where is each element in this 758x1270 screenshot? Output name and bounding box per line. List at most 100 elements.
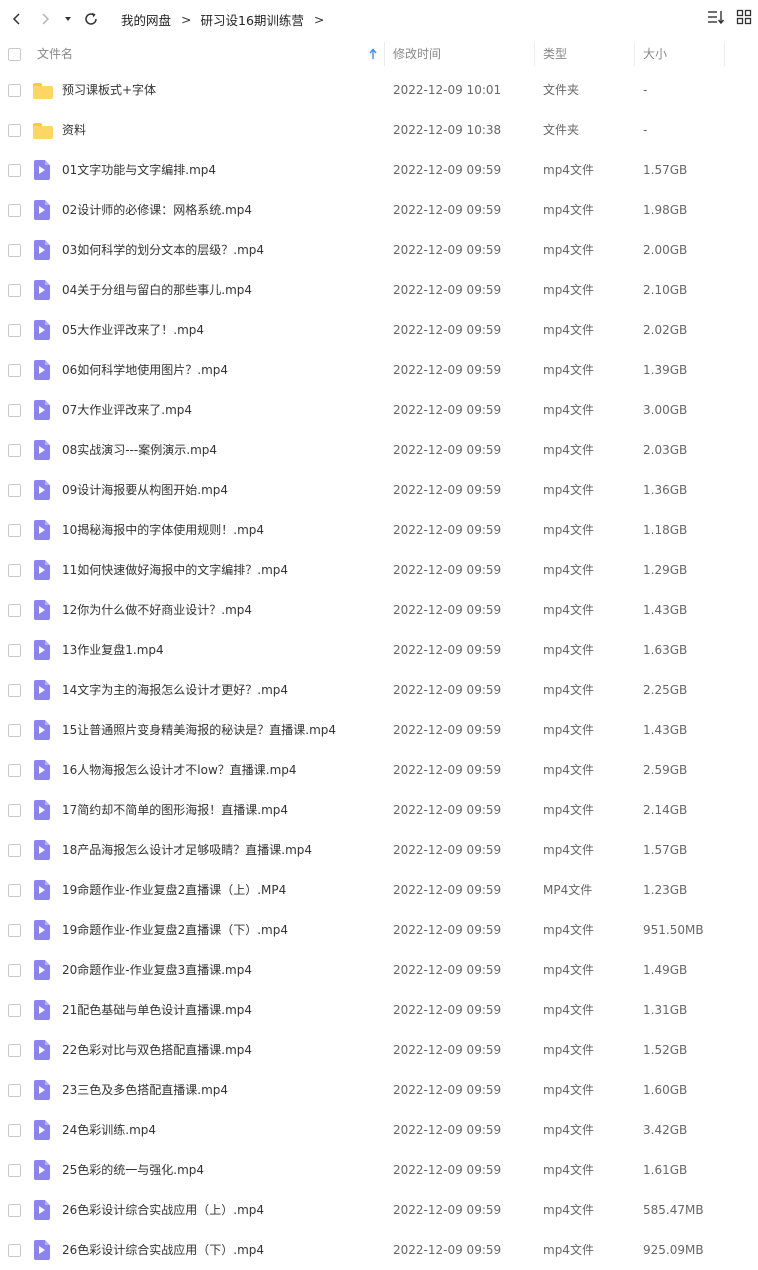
column-header-type[interactable]: 类型 — [543, 38, 567, 70]
row-checkbox[interactable] — [8, 844, 21, 857]
file-row[interactable]: 11如何快速做好海报中的文字编排？.mp4 2022-12-09 09:59 mp4… — [0, 550, 758, 590]
row-checkbox[interactable] — [8, 324, 21, 337]
row-checkbox[interactable] — [8, 884, 21, 897]
row-checkbox[interactable] — [8, 684, 21, 697]
forward-button[interactable] — [32, 6, 58, 32]
file-row[interactable]: 06如何科学地使用图片？.mp4 2022-12-09 09:59 mp4文件 1.3… — [0, 350, 758, 390]
row-checkbox[interactable] — [8, 164, 21, 177]
file-row[interactable]: 26色彩设计综合实战应用（上）.mp4 2022-12-09 09:59 mp4文件… — [0, 1190, 758, 1230]
file-row[interactable]: 02设计师的必修课：网格系统.mp4 2022-12-09 09:59 mp4文件 1… — [0, 190, 758, 230]
row-checkbox[interactable] — [8, 124, 21, 137]
file-row[interactable]: 13作业复盘1.mp4 2022-12-09 09:59 mp4文件 1.63GB — [0, 630, 758, 670]
row-checkbox[interactable] — [8, 764, 21, 777]
file-modified-date: 2022-12-09 09:59 — [393, 803, 502, 817]
row-checkbox[interactable] — [8, 644, 21, 657]
file-type: mp4文件 — [543, 1003, 594, 1017]
breadcrumb-item-current[interactable]: 研习设16期训练营 — [201, 10, 304, 29]
row-checkbox[interactable] — [8, 1044, 21, 1057]
file-row[interactable]: 05大作业评改来了！.mp4 2022-12-09 09:59 mp4文件 2.02G… — [0, 310, 758, 350]
file-row[interactable]: 03如何科学的划分文本的层级？.mp4 2022-12-09 09:59 mp4文件… — [0, 230, 758, 270]
row-checkbox[interactable] — [8, 804, 21, 817]
row-checkbox[interactable] — [8, 604, 21, 617]
row-checkbox[interactable] — [8, 484, 21, 497]
breadcrumb: 我的网盘 > 研习设16期训练营 > — [121, 0, 333, 38]
row-checkbox[interactable] — [8, 1164, 21, 1177]
row-checkbox[interactable] — [8, 724, 21, 737]
row-checkbox[interactable] — [8, 404, 21, 417]
row-checkbox[interactable] — [8, 1204, 21, 1217]
row-checkbox[interactable] — [8, 84, 21, 97]
back-button[interactable] — [4, 6, 30, 32]
file-name: 11如何快速做好海报中的文字编排？.mp4 — [62, 563, 289, 577]
file-type: MP4文件 — [543, 883, 593, 897]
row-checkbox[interactable] — [8, 564, 21, 577]
file-row[interactable]: 预习课板式+字体 2022-12-09 10:01 文件夹 - — [0, 70, 758, 110]
row-checkbox[interactable] — [8, 964, 21, 977]
row-checkbox[interactable] — [8, 1124, 21, 1137]
video-file-icon — [32, 160, 52, 180]
file-row[interactable]: 26色彩设计综合实战应用（下）.mp4 2022-12-09 09:59 mp4文件… — [0, 1230, 758, 1270]
file-row[interactable]: 18产品海报怎么设计才足够吸睛？直播课.mp4 2022-12-09 09:59 m… — [0, 830, 758, 870]
row-checkbox[interactable] — [8, 444, 21, 457]
row-checkbox[interactable] — [8, 1244, 21, 1257]
column-divider[interactable] — [384, 42, 385, 66]
row-checkbox[interactable] — [8, 1004, 21, 1017]
column-header-modified[interactable]: 修改时间 — [393, 38, 441, 70]
file-type: mp4文件 — [543, 443, 594, 457]
file-row[interactable]: 20命题作业-作业复盘3直播课.mp4 2022-12-09 09:59 mp4文件… — [0, 950, 758, 990]
file-row[interactable]: 19命题作业-作业复盘2直播课（下）.mp4 2022-12-09 09:59 mp… — [0, 910, 758, 950]
file-row[interactable]: 14文字为主的海报怎么设计才更好？.mp4 2022-12-09 09:59 mp4… — [0, 670, 758, 710]
file-row[interactable]: 04关于分组与留白的那些事儿.mp4 2022-12-09 09:59 mp4文件 2… — [0, 270, 758, 310]
column-header-name[interactable]: 文件名 — [37, 38, 73, 70]
file-type: mp4文件 — [543, 363, 594, 377]
file-name: 08实战演习---案例演示.mp4 — [62, 443, 218, 457]
file-row[interactable]: 25色彩的统一与强化.mp4 2022-12-09 09:59 mp4文件 1.61G… — [0, 1150, 758, 1190]
file-row[interactable]: 22色彩对比与双色搭配直播课.mp4 2022-12-09 09:59 mp4文件 1… — [0, 1030, 758, 1070]
row-checkbox[interactable] — [8, 364, 21, 377]
column-divider[interactable] — [634, 42, 635, 66]
view-mode-button[interactable] — [734, 9, 754, 29]
file-row[interactable]: 19命题作业-作业复盘2直播课（上）.MP4 2022-12-09 09:59 MP… — [0, 870, 758, 910]
file-size: 2.59GB — [643, 763, 688, 777]
file-name: 02设计师的必修课：网格系统.mp4 — [62, 203, 253, 217]
file-name: 10揭秘海报中的字体使用规则！.mp4 — [62, 523, 265, 537]
file-row[interactable]: 09设计海报要从构图开始.mp4 2022-12-09 09:59 mp4文件 1.3… — [0, 470, 758, 510]
file-row[interactable]: 08实战演习---案例演示.mp4 2022-12-09 09:59 mp4文件 2.… — [0, 430, 758, 470]
file-row[interactable]: 24色彩训练.mp4 2022-12-09 09:59 mp4文件 3.42GB — [0, 1110, 758, 1150]
file-name: 23三色及多色搭配直播课.mp4 — [62, 1083, 229, 1097]
file-name: 26色彩设计综合实战应用（下）.mp4 — [62, 1243, 265, 1257]
refresh-button[interactable] — [78, 6, 104, 32]
file-row[interactable]: 10揭秘海报中的字体使用规则！.mp4 2022-12-09 09:59 mp4文件… — [0, 510, 758, 550]
file-row[interactable]: 16人物海报怎么设计才不low？直播课.mp4 2022-12-09 09:59 m… — [0, 750, 758, 790]
column-divider[interactable] — [724, 42, 725, 66]
file-size: 1.39GB — [643, 363, 688, 377]
sort-button[interactable] — [706, 9, 726, 29]
file-row[interactable]: 15让普通照片变身精美海报的秘诀是？直播课.mp4 2022-12-09 09:5… — [0, 710, 758, 750]
row-checkbox[interactable] — [8, 524, 21, 537]
file-row[interactable]: 12你为什么做不好商业设计？.mp4 2022-12-09 09:59 mp4文件 1… — [0, 590, 758, 630]
file-row[interactable]: 01文字功能与文字编排.mp4 2022-12-09 09:59 mp4文件 1.57… — [0, 150, 758, 190]
history-dropdown-button[interactable] — [58, 6, 78, 32]
sort-arrow-up-icon[interactable] — [368, 38, 378, 70]
row-checkbox[interactable] — [8, 284, 21, 297]
file-modified-date: 2022-12-09 09:59 — [393, 1203, 502, 1217]
column-header-size[interactable]: 大小 — [643, 38, 667, 70]
row-checkbox[interactable] — [8, 924, 21, 937]
breadcrumb-item-root[interactable]: 我的网盘 — [121, 10, 171, 29]
row-checkbox[interactable] — [8, 244, 21, 257]
file-modified-date: 2022-12-09 09:59 — [393, 483, 502, 497]
file-type: 文件夹 — [543, 123, 580, 137]
file-row[interactable]: 资料 2022-12-09 10:38 文件夹 - — [0, 110, 758, 150]
file-modified-date: 2022-12-09 09:59 — [393, 843, 502, 857]
select-all-checkbox[interactable] — [8, 48, 21, 61]
file-row[interactable]: 07大作业评改来了.mp4 2022-12-09 09:59 mp4文件 3.00GB — [0, 390, 758, 430]
file-type: mp4文件 — [543, 1043, 594, 1057]
file-row[interactable]: 23三色及多色搭配直播课.mp4 2022-12-09 09:59 mp4文件 1.6… — [0, 1070, 758, 1110]
file-size: 1.63GB — [643, 643, 688, 657]
column-divider[interactable] — [534, 42, 535, 66]
file-row[interactable]: 21配色基础与单色设计直播课.mp4 2022-12-09 09:59 mp4文件 1… — [0, 990, 758, 1030]
file-row[interactable]: 17简约却不简单的图形海报！直播课.mp4 2022-12-09 09:59 mp4… — [0, 790, 758, 830]
row-checkbox[interactable] — [8, 1084, 21, 1097]
row-checkbox[interactable] — [8, 204, 21, 217]
file-size: 1.36GB — [643, 483, 688, 497]
